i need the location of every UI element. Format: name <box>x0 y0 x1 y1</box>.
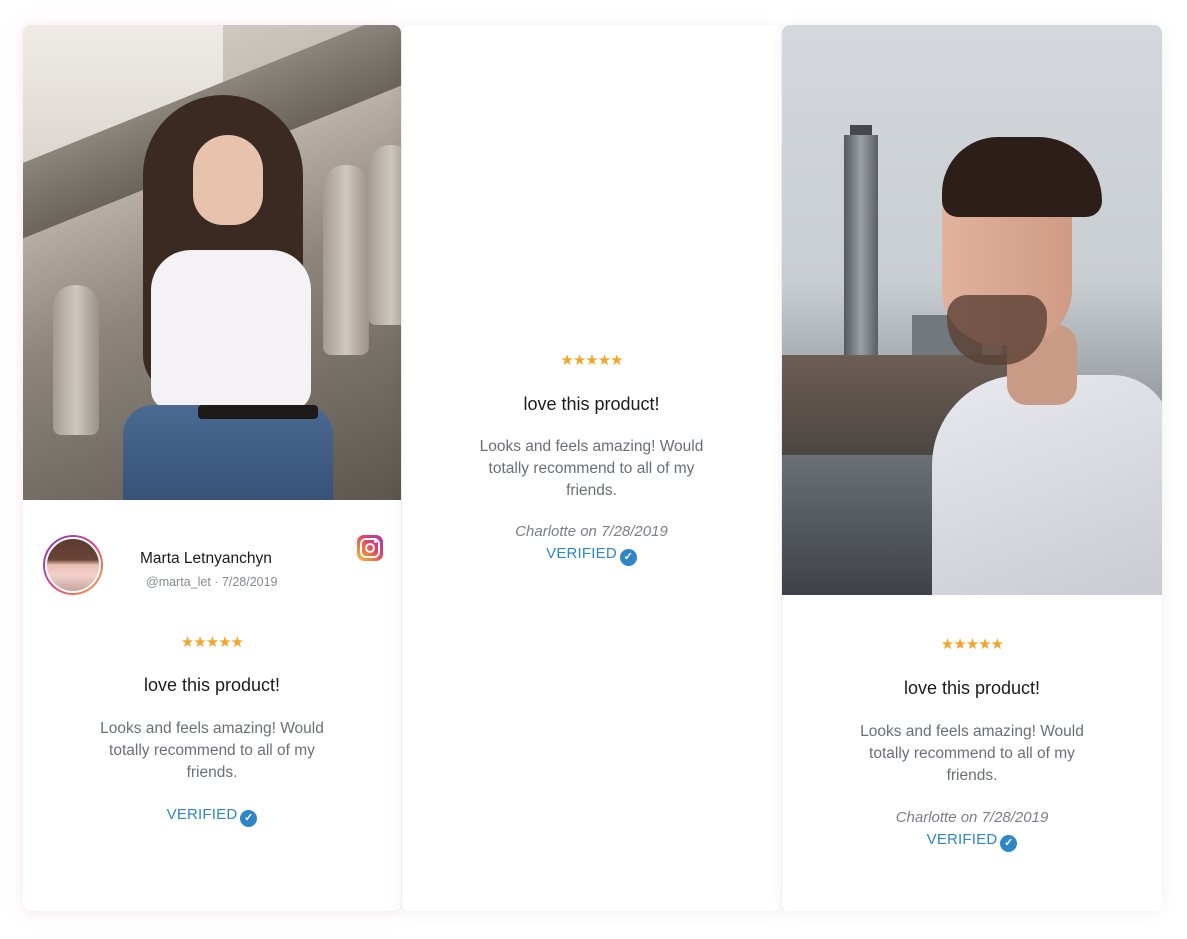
review-card-text[interactable]: ★★★★★ love this product! Looks and feels… <box>402 25 781 911</box>
review-card-instagram[interactable]: Marta Letnyanchyn @marta_let · 7/28/2019… <box>23 25 401 911</box>
verified-label: VERIFIED <box>166 806 238 823</box>
review-photo[interactable] <box>23 25 401 500</box>
photo-tshirt <box>932 375 1162 595</box>
author-handle: @marta_let · 7/28/2019 <box>146 575 278 589</box>
verified-badge: VERIFIED ✓ <box>402 545 781 566</box>
review-photo[interactable] <box>782 25 1162 595</box>
review-title: love this product! <box>903 678 1041 698</box>
reviewer-line: Charlotte on 7/28/2019 <box>895 809 1049 826</box>
review-body: Looks and feels amazing! Would totally r… <box>860 723 1084 784</box>
check-circle-icon: ✓ <box>1000 835 1018 852</box>
review-title: love this product! <box>523 394 660 414</box>
photo-white-top <box>151 250 311 410</box>
photo-jeans <box>123 405 333 500</box>
photo-baluster <box>368 145 401 325</box>
verified-badge: VERIFIED ✓ <box>782 831 1162 852</box>
star-rating: ★★★★★ <box>940 635 1004 653</box>
author-name: Marta Letnyanchyn <box>140 550 272 567</box>
reviewer-line: Charlotte on 7/28/2019 <box>515 523 668 540</box>
instagram-icon[interactable] <box>357 535 383 561</box>
photo-belt <box>198 405 318 419</box>
photo-face <box>193 135 263 225</box>
photo-baluster <box>323 165 369 355</box>
photo-baluster <box>53 285 99 435</box>
photo-hair <box>942 137 1102 217</box>
author-row: Marta Letnyanchyn @marta_let · 7/28/2019 <box>43 535 383 595</box>
reviews-carousel: Marta Letnyanchyn @marta_let · 7/28/2019… <box>0 0 1187 939</box>
review-body: Looks and feels amazing! Would totally r… <box>100 720 324 781</box>
avatar[interactable] <box>43 535 103 595</box>
verified-label: VERIFIED <box>926 831 998 848</box>
review-body: Looks and feels amazing! Would totally r… <box>479 438 704 499</box>
check-circle-icon: ✓ <box>619 549 637 566</box>
verified-badge: VERIFIED ✓ <box>23 806 401 827</box>
review-title: love this product! <box>143 675 281 695</box>
star-rating: ★★★★★ <box>180 633 244 651</box>
verified-label: VERIFIED <box>546 545 617 562</box>
star-rating: ★★★★★ <box>560 351 623 369</box>
review-card-photo[interactable]: ★★★★★ love this product! Looks and feels… <box>782 25 1162 911</box>
check-circle-icon: ✓ <box>240 810 258 827</box>
